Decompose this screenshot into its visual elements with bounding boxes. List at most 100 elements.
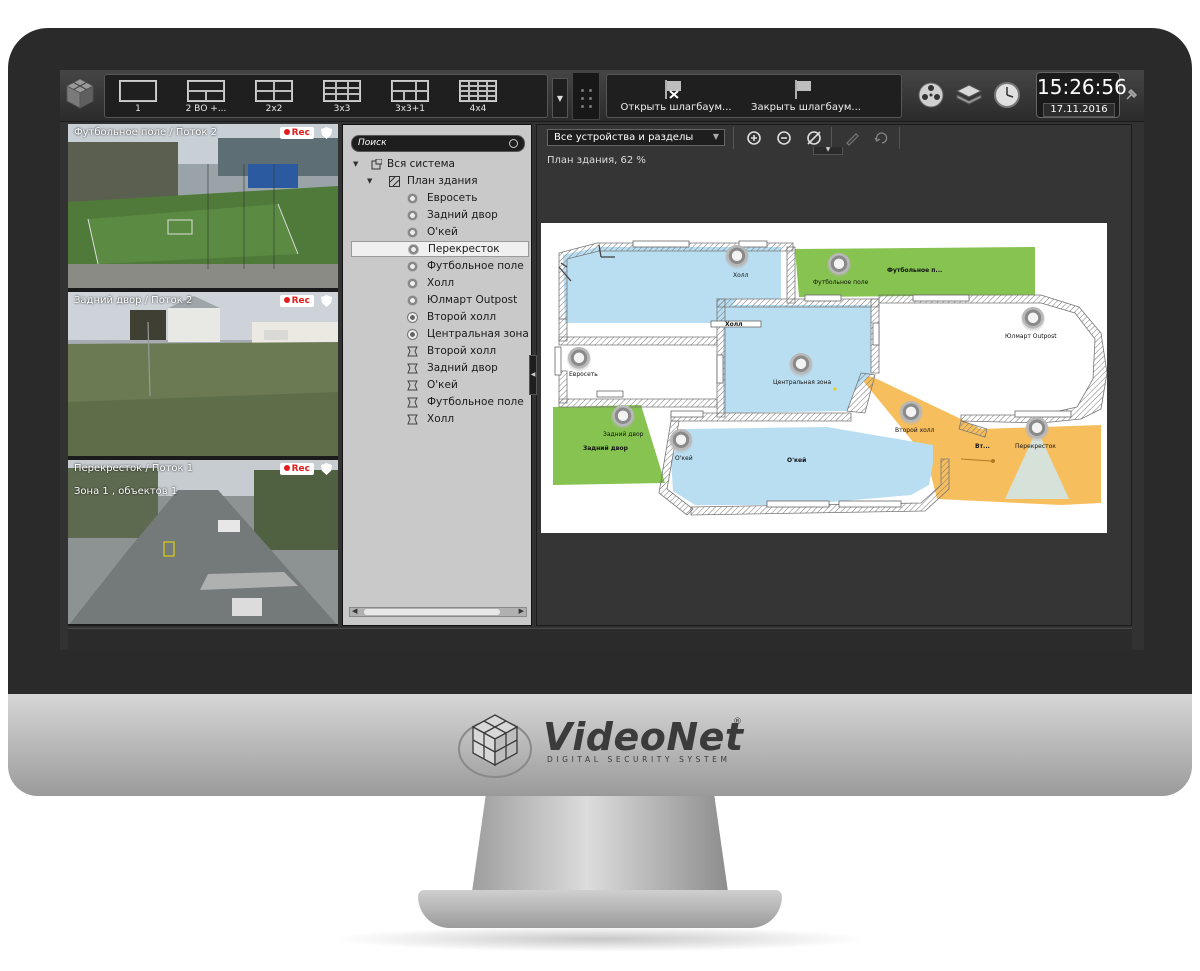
zoom-out-icon[interactable] [773, 129, 795, 147]
zone-icon [407, 414, 418, 425]
expand-triangle-icon[interactable]: ▼ [367, 177, 372, 185]
camera-title: Задний двор / Поток 2 [74, 295, 193, 306]
map-camera-central[interactable] [789, 353, 813, 377]
map-camera-yulmart[interactable] [1021, 307, 1045, 331]
recording-badge: Rec [279, 463, 314, 475]
open-barrier-button[interactable]: Открыть шлагбаум... [611, 77, 741, 117]
tree-item-building-plan[interactable]: ▼ План здания [351, 174, 529, 190]
app-cube-icon[interactable] [64, 76, 96, 112]
scroll-thumb[interactable] [364, 609, 500, 615]
film-reel-icon[interactable] [916, 80, 946, 110]
layout-label: 3x3+1 [394, 104, 426, 114]
tree-item-camera[interactable]: Юлмарт Outpost [351, 293, 529, 309]
collapse-tree-button[interactable]: ◀ [529, 355, 537, 395]
rec-dot-icon [283, 465, 290, 471]
tree-horizontal-scrollbar[interactable]: ◀ ▶ [349, 607, 527, 617]
camera-tile-football[interactable]: Футбольное поле / Поток 2 Rec [68, 124, 338, 288]
tree-item-camera[interactable]: Евросеть [351, 191, 529, 207]
rec-dot-icon [283, 297, 290, 303]
rec-dot-icon [283, 129, 290, 135]
map-label-second-hall: Второй холл [895, 427, 935, 434]
scroll-left-icon[interactable]: ◀ [352, 607, 357, 615]
tree-item-camera[interactable]: Футбольное поле [351, 259, 529, 275]
tree-search-input[interactable]: Поиск [351, 135, 525, 152]
chevron-down-icon: ▼ [556, 94, 564, 103]
tree-item-ptz-camera[interactable]: Центральная зона [351, 327, 529, 343]
app-window: 1 2 ВО +... 2x2 3x3 3x3+1 4x4 ▼ Открыть … [60, 70, 1144, 650]
camera-tile-crossroad[interactable]: Перекресток / Поток 1 Зона 1 , объектов … [68, 460, 338, 624]
layout-1-button[interactable]: 1 [107, 78, 169, 116]
tree-item-zone[interactable]: Холл [351, 412, 529, 428]
layout-2bo-button[interactable]: 2 ВО +... [175, 78, 237, 116]
map-label-okey-zone: О'кей [787, 457, 807, 464]
clock-widget: 15:26:56 17.11.2016 [1036, 72, 1127, 118]
layers-icon[interactable] [954, 80, 984, 110]
map-camera-evroset[interactable] [567, 347, 591, 371]
open-barrier-label: Открыть шлагбаум... [620, 102, 732, 113]
dome-camera-icon [408, 244, 419, 255]
floor-plan-icon [389, 176, 400, 187]
dome-camera-icon [407, 227, 418, 238]
stand-shadow [330, 926, 870, 952]
cube-logo-icon [458, 714, 532, 778]
close-barrier-button[interactable]: Закрыть шлагбаум... [741, 77, 871, 117]
layout-grid-icon [323, 80, 361, 102]
map-camera-second-hall[interactable] [899, 401, 923, 425]
brand-name: VideoNet [543, 715, 744, 759]
camera-video-frame [68, 460, 338, 624]
layout-4x4-button[interactable]: 4x4 [447, 78, 509, 116]
ptz-camera-icon [407, 329, 418, 340]
map-label-okey: О'кей [675, 455, 693, 462]
layout-selector: 1 2 ВО +... 2x2 3x3 3x3+1 4x4 [104, 74, 548, 118]
scope-select-value: Все устройства и разделы [554, 132, 694, 143]
map-camera-crossroad[interactable] [1025, 417, 1049, 441]
tree-item-camera[interactable]: Задний двор [351, 208, 529, 224]
zoom-in-icon[interactable] [743, 129, 765, 147]
tree-item-root[interactable]: ▼ Вся система [351, 157, 529, 173]
edit-pencil-icon[interactable] [841, 129, 863, 147]
map-camera-back-yard[interactable] [611, 405, 635, 429]
zone-icon [407, 397, 418, 408]
layout-grid-icon [187, 80, 225, 102]
camera-title: Футбольное поле / Поток 2 [74, 127, 217, 138]
toolbar-divider [733, 127, 734, 149]
map-camera-okey[interactable] [669, 429, 693, 453]
tree-item-zone[interactable]: О'кей [351, 378, 529, 394]
barrier-controls: Открыть шлагбаум... Закрыть шлагбаум... [606, 74, 902, 118]
map-camera-hall[interactable] [725, 245, 749, 269]
tree-item-camera[interactable]: Холл [351, 276, 529, 292]
flag-icon [795, 80, 811, 99]
toolbar-collapse-tab[interactable]: ▼ [813, 147, 843, 155]
brand-tagline: DIGITAL SECURITY SYSTEM [547, 755, 731, 764]
hide-elements-icon[interactable] [803, 129, 825, 147]
layout-2x2-button[interactable]: 2x2 [243, 78, 305, 116]
map-camera-football[interactable] [827, 253, 851, 277]
layout-label: 3x3 [333, 104, 351, 114]
clock-icon[interactable] [992, 80, 1022, 110]
map-label-central: Центральная зона [773, 379, 832, 386]
detection-info: Зона 1 , объектов 1 [74, 486, 178, 497]
tree-item-camera-selected[interactable]: Перекресток [351, 241, 529, 257]
scroll-right-icon[interactable]: ▶ [519, 607, 524, 615]
tree-item-zone[interactable]: Футбольное поле [351, 395, 529, 411]
tree-item-zone[interactable]: Второй холл [351, 344, 529, 360]
layout-3x3-button[interactable]: 3x3 [311, 78, 373, 116]
camera-tile-back-yard[interactable]: Задний двор / Поток 2 Rec [68, 292, 338, 456]
grid-handle-button[interactable] [572, 72, 600, 120]
dome-camera-icon [407, 210, 418, 221]
pin-icon[interactable] [1124, 86, 1140, 102]
clock-time: 15:26:56 [1037, 75, 1127, 99]
tree-item-ptz-camera[interactable]: Второй холл [351, 310, 529, 326]
building-floor-plan[interactable]: Холл Холл Футбольное поле Футбольное п..… [541, 223, 1107, 533]
layout-grid-icon [459, 80, 497, 102]
tree-item-camera[interactable]: О'кей [351, 225, 529, 241]
dome-camera-icon [407, 193, 418, 204]
map-label-football-zone: Футбольное п... [887, 267, 943, 274]
layout-dropdown-button[interactable]: ▼ [552, 78, 568, 118]
expand-triangle-icon[interactable]: ▼ [353, 160, 358, 168]
scope-select[interactable]: Все устройства и разделы ▼ [547, 129, 725, 146]
layout-3x3-plus-1-button[interactable]: 3x3+1 [379, 78, 441, 116]
tree-item-zone[interactable]: Задний двор [351, 361, 529, 377]
search-icon[interactable] [509, 139, 518, 148]
rotate-icon[interactable] [871, 129, 893, 147]
